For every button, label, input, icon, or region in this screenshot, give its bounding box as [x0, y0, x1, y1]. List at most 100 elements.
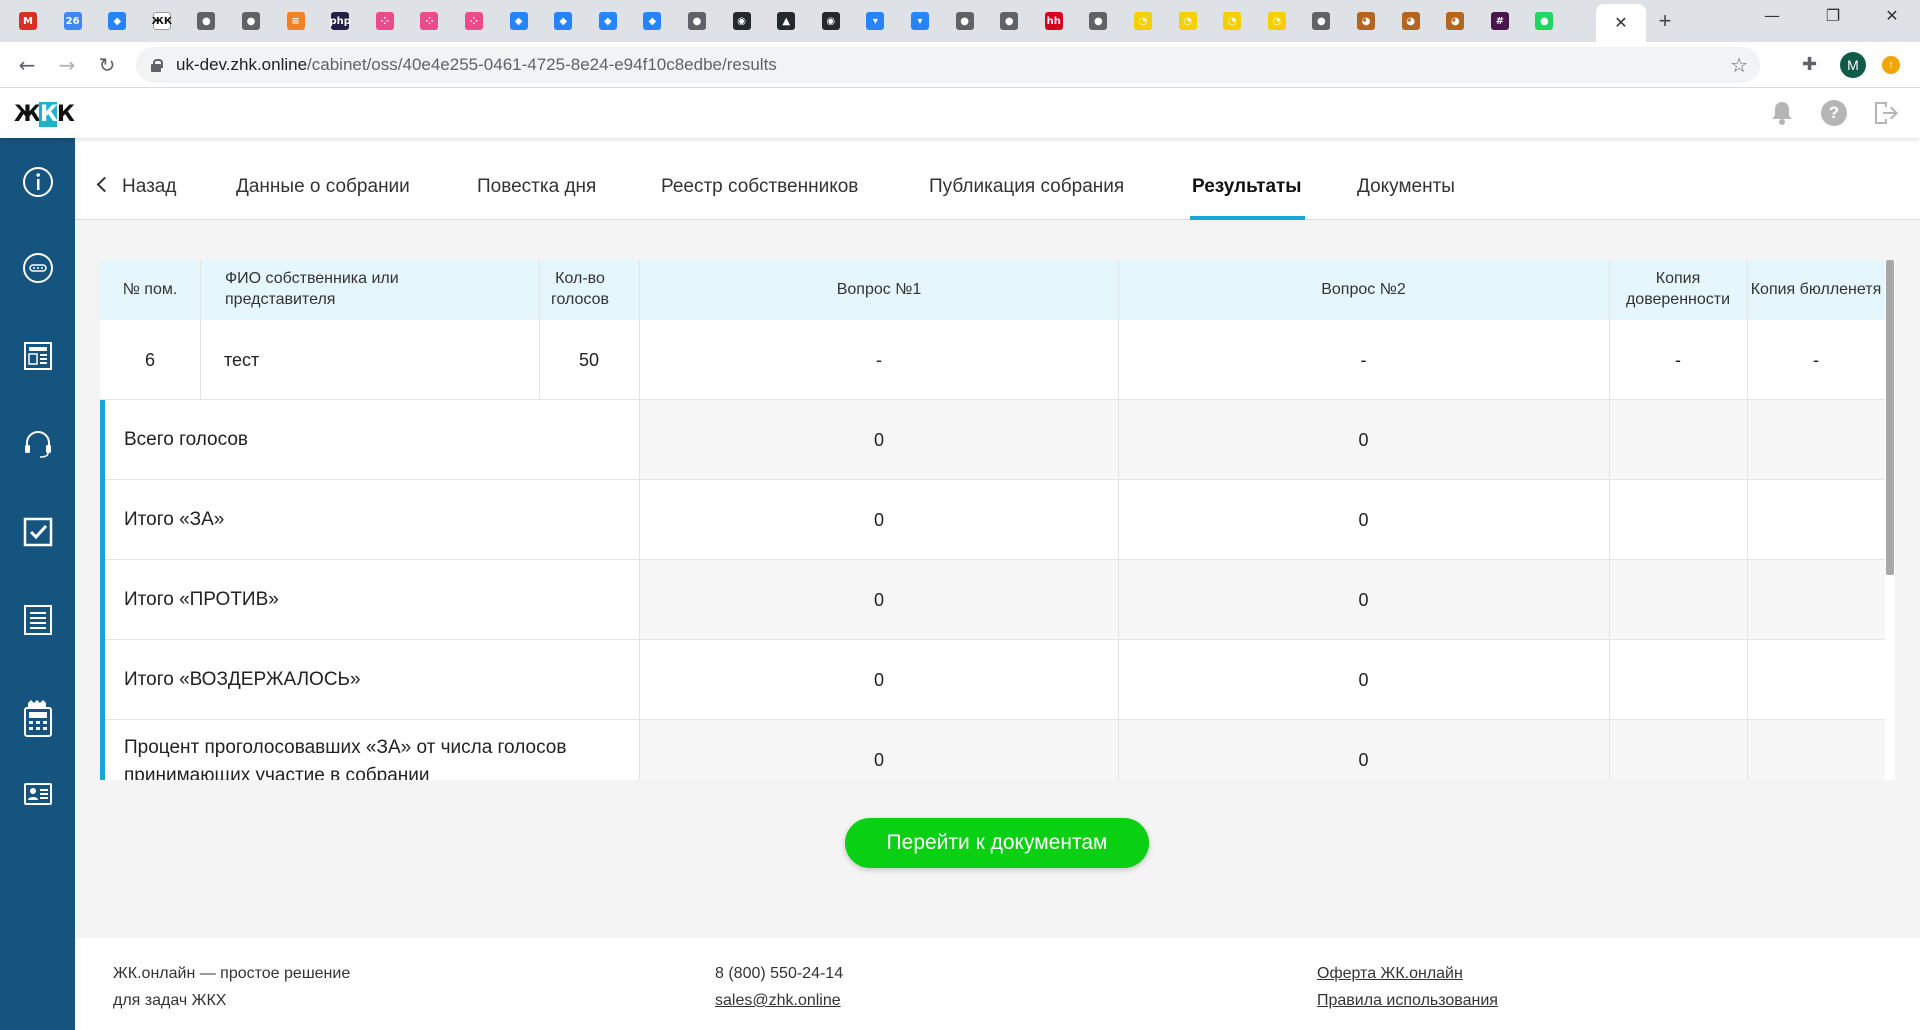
browser-tab[interactable]: ◉ [817, 7, 845, 35]
tab-agenda[interactable]: Повестка дня [477, 176, 596, 198]
browser-tab[interactable]: ● [683, 7, 711, 35]
url-path: /cabinet/oss/40e4e255-0461-4725-8e24-e94… [307, 55, 777, 74]
footer-tagline: ЖК.онлайн — простое решение для задач ЖК… [113, 965, 351, 1009]
browser-tab[interactable]: ▾ [906, 7, 934, 35]
tab-favicon-icon: ◕ [1446, 12, 1465, 30]
calculator-icon[interactable] [0, 683, 75, 753]
browser-tab[interactable]: ◔ [1263, 7, 1291, 35]
browser-tab[interactable]: ◕ [1441, 7, 1469, 35]
summary-q1: 0 [873, 749, 884, 770]
col-divider [1609, 260, 1610, 780]
table-scrollbar-thumb[interactable] [1886, 260, 1894, 575]
cell-proxy-copy: - [1675, 349, 1681, 370]
browser-tab[interactable]: ЖК [148, 7, 176, 35]
summary-label: Итого «ЗА» [100, 480, 639, 560]
tab-favicon-icon: ◔ [1223, 12, 1242, 30]
browser-tab[interactable]: hh [1040, 7, 1068, 35]
tab-meeting-data[interactable]: Данные о собрании [236, 176, 410, 198]
tab-back[interactable]: Назад [96, 176, 176, 198]
profile-avatar[interactable]: M [1840, 52, 1866, 78]
tab-favicon-icon: M [19, 12, 37, 30]
chat-icon[interactable] [0, 238, 75, 298]
browser-tab[interactable]: ≡ [282, 7, 310, 35]
support-headset-icon[interactable] [0, 414, 75, 474]
bell-icon[interactable] [1767, 98, 1797, 128]
browser-tab[interactable]: ◔ [1218, 7, 1246, 35]
minimize-icon[interactable]: — [1752, 6, 1792, 25]
tab-favicon-icon: ● [1089, 12, 1108, 30]
zhk-logo[interactable]: ЖКК [14, 102, 75, 127]
browser-tab[interactable]: ● [192, 7, 220, 35]
tab-favicon-icon: hh [1044, 12, 1063, 30]
offer-link[interactable]: Оферта ЖК.онлайн [1317, 965, 1463, 982]
browser-tab[interactable]: 26 [59, 7, 87, 35]
browser-tab[interactable]: ● [995, 7, 1023, 35]
update-icon[interactable]: ↑ [1882, 56, 1900, 74]
browser-tab[interactable]: ● [237, 7, 265, 35]
results-table: № пом. ФИО собственника или представител… [100, 260, 1895, 780]
browser-tab[interactable]: ◆ [505, 7, 533, 35]
footer-contacts: 8 (800) 550-24-14 sales@zhk.online [715, 960, 843, 1014]
header-votes: Кол-во голосов [550, 270, 610, 308]
tab-owners-registry[interactable]: Реестр собственников [661, 176, 858, 198]
browser-tab[interactable]: ◆ [594, 7, 622, 35]
tab-results[interactable]: Результаты [1192, 176, 1302, 198]
help-icon[interactable]: ? [1819, 98, 1849, 128]
browser-tab[interactable]: ◔ [1174, 7, 1202, 35]
tab-publication[interactable]: Публикация собрания [929, 176, 1124, 198]
footer-phone[interactable]: 8 (800) 550-24-14 [715, 960, 843, 987]
news-icon[interactable] [0, 326, 75, 386]
summary-q1: 0 [873, 589, 884, 610]
chevron-left-icon [96, 176, 113, 193]
tab-documents[interactable]: Документы [1357, 176, 1455, 198]
browser-tab[interactable]: ◆ [103, 7, 131, 35]
browser-tab[interactable]: ⁘ [371, 7, 399, 35]
contact-card-icon[interactable] [0, 764, 75, 824]
table-row[interactable]: 6 тест 50 - - - - [100, 320, 1885, 400]
active-tab[interactable]: ✕ [1596, 4, 1646, 42]
close-tab-icon[interactable]: ✕ [1614, 13, 1627, 33]
browser-tab[interactable]: ◉ [728, 7, 756, 35]
close-window-icon[interactable]: ✕ [1872, 6, 1912, 25]
tab-favicon-icon: ● [1000, 12, 1019, 30]
browser-tab[interactable]: ● [951, 7, 979, 35]
tab-favicon-icon: php [329, 12, 351, 30]
browser-tab[interactable]: M [14, 7, 42, 35]
cell-owner: тест [224, 349, 260, 370]
tab-favicon-icon: ◆ [643, 12, 662, 30]
reload-icon[interactable]: ↻ [94, 52, 120, 78]
browser-tab[interactable]: ◕ [1397, 7, 1425, 35]
browser-tab[interactable]: ● [1307, 7, 1335, 35]
app-header: ЖКК ? [0, 88, 1920, 138]
browser-tab[interactable]: php [326, 7, 354, 35]
go-to-documents-button[interactable]: Перейти к документам [845, 818, 1149, 868]
browser-tab[interactable]: ◆ [638, 7, 666, 35]
browser-tab[interactable]: ⁘ [460, 7, 488, 35]
browser-tab[interactable]: # [1486, 7, 1514, 35]
new-tab-button[interactable]: + [1652, 8, 1678, 34]
back-arrow-icon[interactable]: ← [14, 52, 40, 78]
document-list-icon[interactable] [0, 590, 75, 650]
forward-arrow-icon[interactable]: → [54, 52, 80, 78]
col-divider [1118, 260, 1119, 780]
logout-icon[interactable] [1871, 98, 1901, 128]
header-proxy-copy: Копия доверенности [1625, 270, 1731, 308]
extensions-puzzle-icon[interactable]: ✚ [1802, 54, 1817, 75]
browser-tab[interactable]: ● [1084, 7, 1112, 35]
browser-tab[interactable]: ▲ [772, 7, 800, 35]
terms-link[interactable]: Правила использования [1317, 992, 1498, 1009]
checkbox-icon[interactable] [0, 502, 75, 562]
main-content: Назад Данные о собрании Повестка дня Рее… [75, 138, 1920, 1030]
browser-tab[interactable]: ◕ [1352, 7, 1380, 35]
section-tabs: Назад Данные о собрании Повестка дня Рее… [75, 138, 1920, 220]
browser-tab[interactable]: ◆ [549, 7, 577, 35]
browser-tab[interactable]: ◔ [1129, 7, 1157, 35]
browser-tab[interactable]: ● [1530, 7, 1558, 35]
url-field[interactable]: uk-dev.zhk.online/cabinet/oss/40e4e255-0… [136, 47, 1760, 83]
restore-icon[interactable]: ❐ [1813, 6, 1853, 25]
footer-email-link[interactable]: sales@zhk.online [715, 992, 841, 1009]
bookmark-star-icon[interactable]: ☆ [1730, 53, 1748, 78]
browser-tab[interactable]: ⁘ [415, 7, 443, 35]
info-icon[interactable] [0, 152, 75, 212]
browser-tab[interactable]: ▾ [861, 7, 889, 35]
